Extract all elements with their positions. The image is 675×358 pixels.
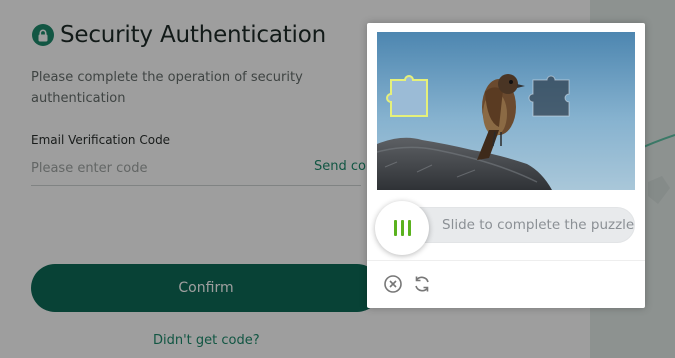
- puzzle-image: [377, 32, 635, 190]
- close-circle-icon[interactable]: [383, 274, 403, 294]
- captcha-dialog: Slide to complete the puzzle: [367, 23, 645, 308]
- slider-hint: Slide to complete the puzzle: [442, 217, 635, 233]
- drag-handle-icon[interactable]: [375, 201, 429, 255]
- divider: [367, 260, 645, 261]
- refresh-icon[interactable]: [412, 274, 432, 294]
